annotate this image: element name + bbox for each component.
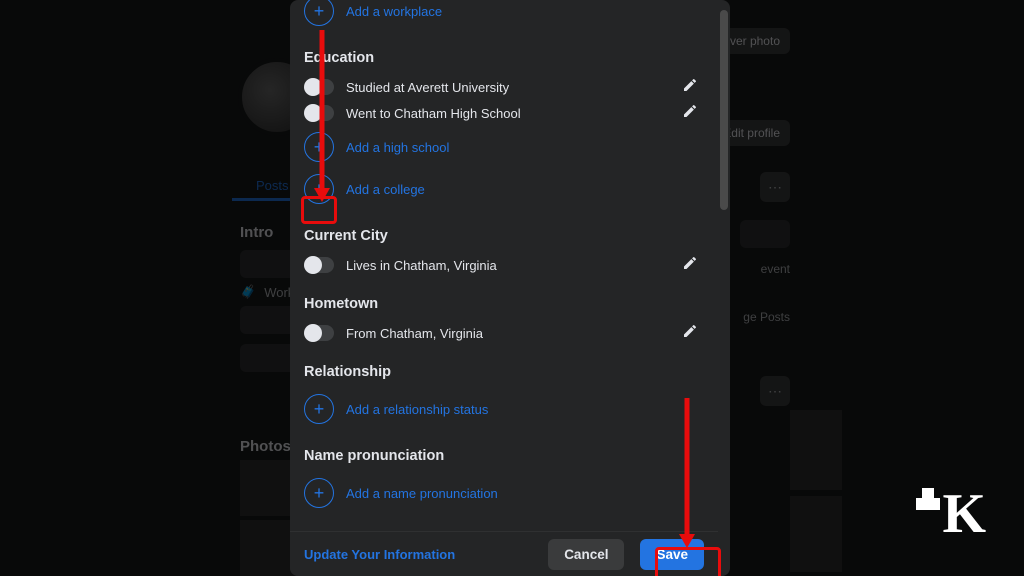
photo-thumb[interactable] [790, 496, 842, 572]
visibility-toggle[interactable] [304, 79, 334, 95]
education-heading: Education [304, 50, 704, 66]
photo-thumb[interactable] [240, 520, 296, 576]
pencil-icon[interactable] [682, 103, 698, 124]
briefcase-icon: 🧳 [240, 284, 256, 300]
photo-thumb[interactable] [240, 460, 296, 516]
tab-posts[interactable]: Posts [256, 178, 289, 193]
watermark-logo: K [942, 482, 984, 546]
edit-details-modal: + Add a workplace Education Studied at A… [290, 0, 730, 576]
visibility-toggle[interactable] [304, 325, 334, 341]
intro-heading: Intro [240, 224, 273, 241]
hometown-heading: Hometown [304, 296, 704, 312]
cancel-button[interactable]: Cancel [548, 539, 624, 570]
pencil-icon[interactable] [682, 323, 698, 344]
plus-icon: + [304, 394, 334, 424]
hometown-text: From Chatham, Virginia [346, 326, 483, 341]
bg-pill [740, 220, 790, 248]
tab-underline [232, 198, 292, 201]
add-pronunciation-link[interactable]: Add a name pronunciation [346, 486, 498, 501]
pronunciation-heading: Name pronunciation [304, 448, 704, 464]
plus-icon: + [304, 478, 334, 508]
visibility-toggle[interactable] [304, 257, 334, 273]
current-city-text: Lives in Chatham, Virginia [346, 258, 497, 273]
pencil-icon[interactable] [682, 255, 698, 276]
add-college-link[interactable]: Add a college [346, 182, 425, 197]
modal-footer: Update Your Information Cancel Save [290, 531, 718, 576]
education-item: Studied at Averett University [346, 80, 509, 95]
plus-icon: + [304, 0, 334, 26]
event-label[interactable]: event [761, 262, 790, 276]
add-relationship-link[interactable]: Add a relationship status [346, 402, 488, 417]
plus-icon: + [304, 132, 334, 162]
pencil-icon[interactable] [682, 77, 698, 98]
photo-thumb[interactable] [790, 410, 842, 490]
education-item: Went to Chatham High School [346, 106, 521, 121]
scrollbar[interactable] [720, 10, 728, 210]
more-icon[interactable]: ⋯ [760, 376, 790, 406]
visibility-toggle[interactable] [304, 105, 334, 121]
manage-posts-label[interactable]: ge Posts [743, 310, 790, 324]
photos-heading: Photos [240, 438, 291, 455]
update-info-link[interactable]: Update Your Information [304, 547, 455, 562]
add-high-school-link[interactable]: Add a high school [346, 140, 449, 155]
save-button[interactable]: Save [640, 539, 704, 570]
add-workplace-link[interactable]: Add a workplace [346, 4, 442, 19]
current-city-heading: Current City [304, 228, 704, 244]
relationship-heading: Relationship [304, 364, 704, 380]
plus-icon: + [304, 174, 334, 204]
more-icon[interactable]: ⋯ [760, 172, 790, 202]
